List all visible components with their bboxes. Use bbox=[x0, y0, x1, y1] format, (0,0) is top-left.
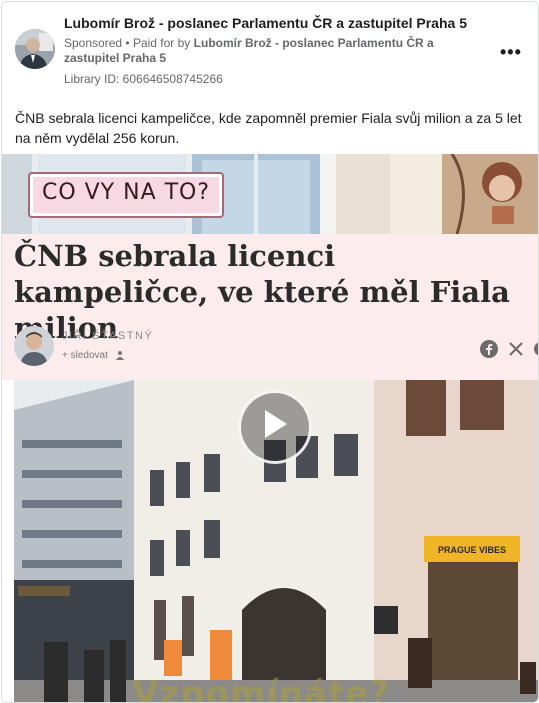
more-options-icon[interactable]: ••• bbox=[500, 42, 522, 63]
paid-for-by-label: Paid for by bbox=[132, 36, 191, 50]
meta-separator: • bbox=[125, 36, 130, 50]
follow-label: + sledovat bbox=[62, 350, 108, 361]
banner-text: CO VY NA TO? bbox=[41, 180, 211, 205]
facebook-icon[interactable] bbox=[480, 340, 498, 358]
window-photo: CO VY NA TO? bbox=[2, 154, 538, 234]
page-avatar[interactable] bbox=[15, 29, 55, 69]
post-caption: ČNB sebrala licenci kampeličce, kde zapo… bbox=[15, 110, 522, 146]
banner-badge: CO VY NA TO? bbox=[28, 172, 224, 218]
play-button[interactable] bbox=[238, 390, 312, 464]
sponsored-label: Sponsored bbox=[64, 36, 123, 50]
share-icon[interactable] bbox=[532, 340, 538, 358]
person-icon bbox=[115, 351, 124, 361]
sponsored-meta: Sponsored • Paid for by Lubomír Brož - p… bbox=[64, 36, 484, 66]
author-name: JIŘÍ ŠŤASTNÝ bbox=[62, 330, 154, 342]
page-name-link[interactable]: Lubomír Brož - poslanec Parlamentu ČR a … bbox=[64, 15, 467, 31]
author-avatar bbox=[14, 326, 54, 366]
play-icon bbox=[265, 410, 287, 438]
ad-post-card: Lubomír Brož - poslanec Parlamentu ČR a … bbox=[1, 1, 539, 703]
follow-link[interactable]: + sledovat bbox=[62, 350, 125, 361]
watermark-text: Vzpomínáte? bbox=[132, 674, 391, 702]
video-thumbnail[interactable]: CO VY NA TO? ČNB sebrala licenci kampeli… bbox=[2, 154, 538, 702]
shop-sign-text: PRAGUE VIBES bbox=[438, 545, 506, 555]
x-icon[interactable] bbox=[507, 340, 525, 358]
post-header: Lubomír Brož - poslanec Parlamentu ČR a … bbox=[2, 2, 538, 97]
library-id: Library ID: 606646508745266 bbox=[64, 72, 223, 86]
